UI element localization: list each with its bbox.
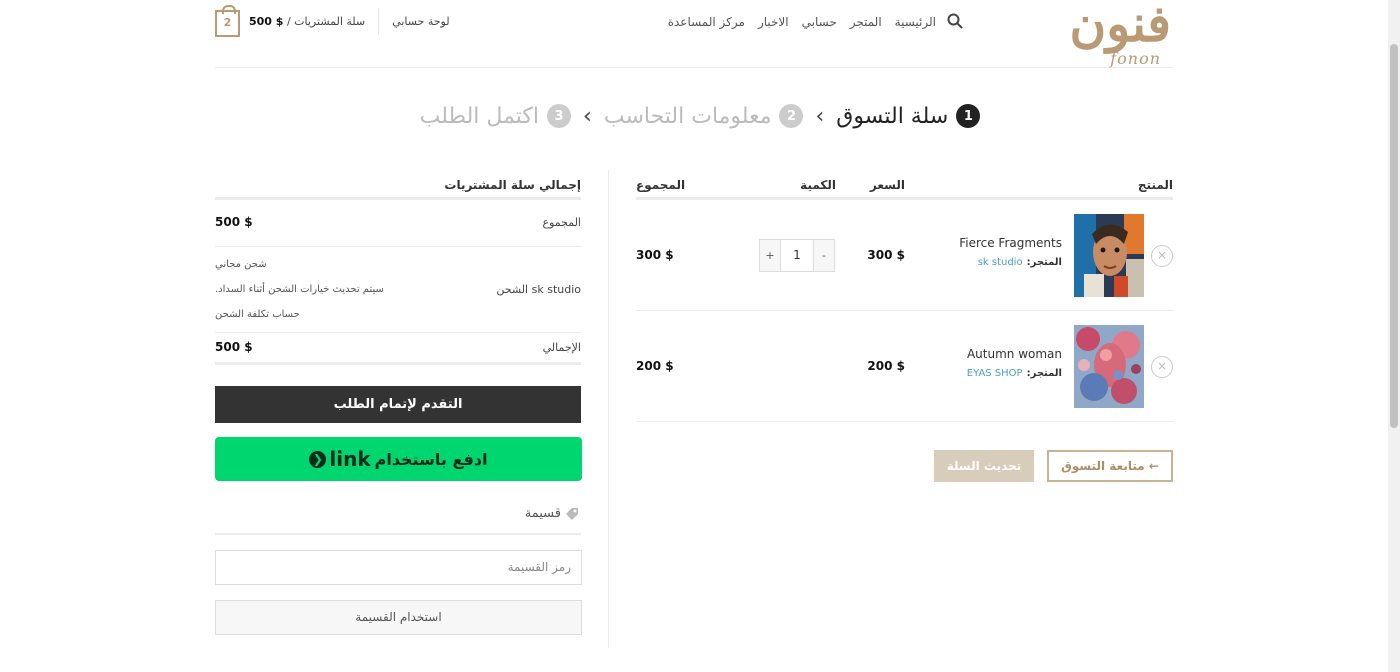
- coupon-code-input[interactable]: رمز القسيمة: [215, 550, 582, 585]
- nav-item-help-center[interactable]: مركز المساعدة: [668, 14, 745, 30]
- coupon-section-header: قسيمة: [215, 503, 581, 535]
- step-complete: 3 اكتمل الطلب: [419, 103, 572, 129]
- cart-count-badge: 2: [223, 15, 232, 29]
- link-brand: link: [329, 447, 371, 471]
- step-number: 1: [956, 104, 981, 128]
- quantity-increase-button[interactable]: -: [813, 239, 835, 272]
- column-header-quantity: الكمية: [800, 178, 836, 192]
- step-number: 3: [547, 104, 572, 128]
- chevron-left-icon: ›: [815, 103, 825, 129]
- cart-row: × Fierce Fragments المتجر:sk studio 300 …: [636, 200, 1173, 311]
- shipping-details: شحن مجاني سيتم تحديث خيارات الشحن أثناء …: [215, 259, 384, 334]
- main-nav: الرئيسية المتجر حسابي الاخبار مركز المسا…: [668, 14, 936, 30]
- remove-item-icon[interactable]: ×: [1151, 245, 1173, 267]
- cart-actions: ← متابعة التسوق تحديث السلة: [636, 450, 1173, 482]
- shipping-update-note: سيتم تحديث خيارات الشحن أثناء السداد.: [215, 284, 384, 295]
- nav-item-news[interactable]: الاخبار: [758, 14, 789, 30]
- pay-with-link-button[interactable]: ادفع باستخدام ❯ link: [215, 437, 582, 481]
- cart-bag-icon[interactable]: 2: [215, 4, 240, 37]
- header-utilities: 2 سلة المشتريات / $ 500 لوحة حسابي: [215, 4, 450, 37]
- vendor-label: المتجر:: [1026, 368, 1062, 379]
- apply-coupon-button[interactable]: استخدام القسيمة: [215, 600, 582, 635]
- calculate-shipping-link[interactable]: حساب تكلفة الشحن: [215, 309, 384, 334]
- totals-total-label: الإجمالي: [542, 341, 581, 354]
- step-label: اكتمل الطلب: [419, 103, 540, 129]
- product-thumbnail[interactable]: [1074, 325, 1144, 408]
- update-cart-button[interactable]: تحديث السلة: [934, 450, 1034, 482]
- column-divider: [608, 170, 609, 648]
- step-label: سلة التسوق: [836, 103, 949, 129]
- quantity-stepper: + 1 -: [759, 239, 835, 272]
- product-thumbnail[interactable]: [1074, 214, 1144, 297]
- search-icon[interactable]: [947, 13, 963, 29]
- column-header-product: المنتج: [1137, 178, 1173, 192]
- cart-table-header: المنتج السعر الكمية المجموع: [636, 170, 1173, 200]
- nav-item-home[interactable]: الرئيسية: [895, 14, 936, 30]
- header-cart-amount: $ 500: [249, 14, 284, 28]
- totals-total-row: الإجمالي 500 $: [215, 333, 581, 365]
- step-label: معلومات التحاسب: [603, 103, 772, 129]
- vendor-label: المتجر:: [1026, 257, 1062, 268]
- header-divider: [378, 8, 380, 34]
- step-billing[interactable]: 2 معلومات التحاسب: [604, 104, 804, 129]
- product-price: 300 $: [867, 248, 905, 262]
- product-name-link[interactable]: Fierce Fragments: [959, 236, 1062, 250]
- product-vendor: المتجر:EYAS SHOP: [967, 368, 1062, 379]
- remove-item-icon[interactable]: ×: [1151, 356, 1173, 378]
- quantity-input[interactable]: 1: [781, 239, 813, 272]
- link-logo: ❯ link: [309, 447, 371, 471]
- header-cart-link[interactable]: سلة المشتريات / $ 500: [249, 15, 365, 28]
- totals-subtotal-row: المجموع 500 $: [215, 200, 581, 247]
- cart-table: المنتج السعر الكمية المجموع × Fierce Fra…: [636, 170, 1173, 422]
- coupon-title: قسيمة: [524, 506, 561, 521]
- header-cart-label: سلة المشتريات /: [286, 14, 366, 28]
- account-dashboard-link[interactable]: لوحة حسابي: [392, 15, 449, 28]
- page-scrollbar[interactable]: [1388, 0, 1400, 672]
- step-number: 2: [779, 104, 804, 128]
- product-subtotal: 300 $: [636, 248, 674, 262]
- product-name-link[interactable]: Autumn woman: [967, 347, 1062, 361]
- step-cart[interactable]: 1 سلة التسوق: [836, 103, 981, 129]
- cart-totals-title: إجمالي سلة المشتريات: [215, 170, 581, 200]
- product-price: 200 $: [867, 359, 905, 373]
- totals-total-value: 500 $: [215, 340, 253, 354]
- proceed-to-checkout-button[interactable]: التقدم لإتمام الطلب: [215, 386, 581, 423]
- totals-subtotal-value: 500 $: [215, 215, 253, 229]
- vendor-link[interactable]: EYAS SHOP: [967, 368, 1023, 379]
- logo-mark: فنون: [1069, 0, 1177, 53]
- shipping-free-option: شحن مجاني: [215, 259, 267, 270]
- vendor-link[interactable]: sk studio: [978, 257, 1023, 268]
- product-vendor: المتجر:sk studio: [978, 257, 1062, 268]
- column-header-price: السعر: [869, 178, 905, 192]
- cart-row: × Autumn woman المتجر:EYAS SHOP 200 $ 20…: [636, 311, 1173, 422]
- logo-word: fonon: [1110, 49, 1161, 68]
- totals-shipping-label: sk studio الشحن: [496, 283, 581, 296]
- arrow-right-icon: ❯: [309, 450, 327, 468]
- continue-shopping-button[interactable]: ← متابعة التسوق: [1047, 450, 1173, 482]
- totals-shipping-row: sk studio الشحن شحن مجاني سيتم تحديث خيا…: [215, 247, 581, 333]
- site-logo[interactable]: فنون fonon: [1055, 0, 1177, 68]
- tag-icon: [566, 507, 578, 520]
- cart-totals: إجمالي سلة المشتريات المجموع 500 $ sk st…: [215, 170, 581, 365]
- totals-subtotal-label: المجموع: [542, 216, 581, 229]
- product-subtotal: 200 $: [636, 359, 674, 373]
- nav-item-account[interactable]: حسابي: [802, 14, 837, 30]
- site-header: فنون fonon الرئيسية المتجر حسابي الاخبار…: [215, 0, 1177, 68]
- quantity-decrease-button[interactable]: +: [759, 239, 781, 272]
- checkout-steps: 1 سلة التسوق › 2 معلومات التحاسب › 3 اكت…: [0, 98, 1400, 134]
- chevron-left-icon: ›: [583, 103, 592, 129]
- pay-with-label: ادفع باستخدام: [374, 449, 488, 469]
- scrollbar-thumb[interactable]: [1390, 44, 1398, 428]
- column-header-subtotal: المجموع: [636, 178, 686, 192]
- nav-item-shop[interactable]: المتجر: [850, 14, 882, 30]
